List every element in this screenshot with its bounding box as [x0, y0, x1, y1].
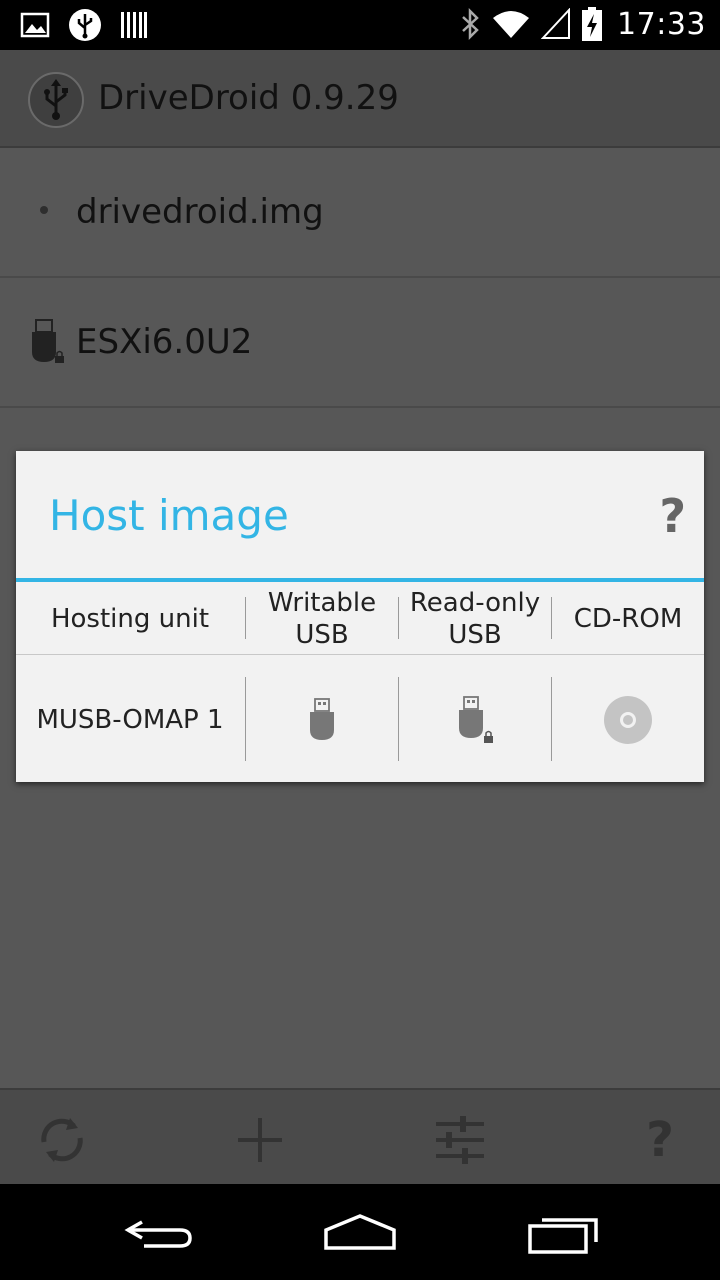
bullet-icon: [40, 206, 48, 214]
cdrom-button[interactable]: [552, 677, 704, 763]
readonly-usb-button[interactable]: [399, 677, 551, 763]
back-icon[interactable]: [120, 1208, 200, 1258]
help-icon[interactable]: ?: [632, 1112, 688, 1168]
header-readonly-line2: USB: [448, 620, 502, 650]
list-item[interactable]: drivedroid.img: [0, 148, 720, 278]
header-separator: [398, 597, 399, 639]
home-icon[interactable]: [320, 1208, 400, 1258]
image-notification-icon: [20, 12, 50, 38]
list-item[interactable]: ESXi6.0U2: [0, 278, 720, 408]
app-screen: DriveDroid 0.9.29 drivedroid.img ESXi6.0…: [0, 50, 720, 1186]
status-time: 17:33: [617, 6, 706, 42]
usb-locked-icon: [459, 696, 493, 743]
action-bar: DriveDroid 0.9.29: [0, 50, 720, 148]
signal-icon: [541, 8, 571, 39]
usb-locked-icon: [32, 319, 64, 363]
bluetooth-icon: [462, 7, 479, 41]
recents-icon[interactable]: [524, 1208, 604, 1258]
table-header-divider: [16, 654, 704, 655]
header-readonly-usb: Read-only USB: [399, 583, 551, 655]
header-writable-line2: USB: [295, 620, 349, 650]
status-bar: 17:33: [0, 0, 720, 50]
host-image-dialog: Host image ? Hosting unit Writable USB R…: [16, 451, 704, 782]
add-icon[interactable]: [232, 1112, 288, 1168]
notification-icons: [20, 8, 148, 42]
wifi-icon: [493, 11, 530, 38]
usb-icon: [310, 698, 334, 740]
usb-notification-icon: [69, 9, 101, 41]
system-icons: 17:33: [459, 6, 706, 42]
list-item-label: ESXi6.0U2: [76, 322, 253, 362]
dialog-help-button[interactable]: ?: [659, 489, 686, 543]
header-cdrom: CD-ROM: [573, 604, 683, 634]
header-readonly-line1: Read-only: [409, 588, 541, 618]
header-separator: [245, 597, 246, 639]
header-writable-usb: Writable USB: [246, 583, 398, 655]
dialog-title: Host image: [49, 491, 289, 540]
list-item-label: drivedroid.img: [76, 192, 324, 232]
usb-app-icon[interactable]: [28, 72, 84, 128]
bottom-toolbar: ?: [0, 1088, 720, 1186]
battery-charging-icon: [582, 7, 603, 41]
header-separator: [551, 597, 552, 639]
header-hosting-unit: Hosting unit: [50, 604, 210, 634]
dialog-divider: [16, 578, 704, 582]
header-writable-line1: Writable: [267, 588, 377, 618]
cd-icon: [604, 696, 652, 744]
app-title: DriveDroid 0.9.29: [98, 78, 399, 118]
navigation-bar: [0, 1184, 720, 1280]
hosting-unit-name: MUSB-OMAP 1: [36, 705, 224, 735]
barcode-notification-icon: [121, 12, 147, 38]
settings-sliders-icon[interactable]: [432, 1112, 488, 1168]
refresh-icon[interactable]: [34, 1112, 90, 1168]
writable-usb-button[interactable]: [246, 677, 398, 763]
